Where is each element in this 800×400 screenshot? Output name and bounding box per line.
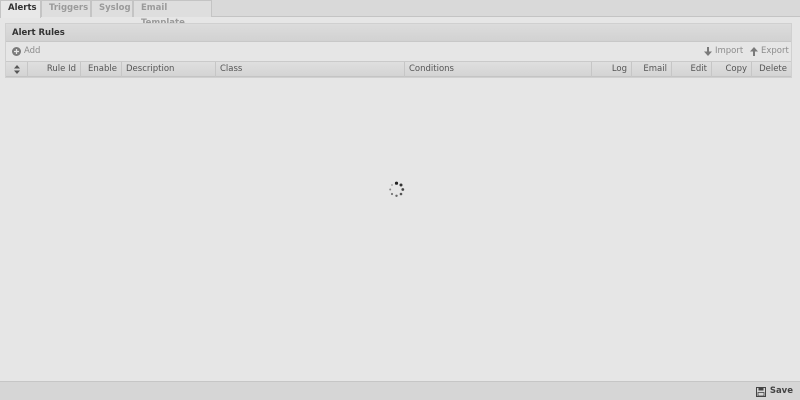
column-header-edit[interactable]: Edit bbox=[672, 62, 712, 77]
import-label: Import bbox=[715, 46, 744, 56]
column-header-log[interactable]: Log bbox=[592, 62, 632, 77]
arrow-down-icon bbox=[704, 47, 712, 56]
add-label: Add bbox=[24, 46, 41, 56]
table-header: Rule Id Enable Description Class Conditi… bbox=[6, 61, 791, 77]
save-label: Save bbox=[769, 386, 793, 396]
column-header-enable[interactable]: Enable bbox=[81, 62, 122, 77]
sort-column-header[interactable] bbox=[6, 62, 28, 77]
export-button[interactable]: Export bbox=[750, 43, 789, 60]
export-label: Export bbox=[761, 46, 789, 56]
floppy-disk-icon bbox=[755, 386, 766, 397]
add-button[interactable]: Add bbox=[12, 43, 40, 60]
column-header-delete[interactable]: Delete bbox=[752, 62, 791, 77]
arrow-up-icon bbox=[750, 47, 758, 56]
save-button[interactable]: Save bbox=[755, 382, 793, 400]
panel-title: Alert Rules bbox=[6, 24, 791, 42]
column-header-copy[interactable]: Copy bbox=[712, 62, 752, 77]
column-header-conditions[interactable]: Conditions bbox=[405, 62, 592, 77]
tab-bar: Alerts Triggers Syslog Email Template bbox=[0, 0, 800, 28]
import-button[interactable]: Import bbox=[704, 43, 743, 60]
tab-triggers[interactable]: Triggers bbox=[41, 0, 91, 17]
tab-alerts[interactable]: Alerts bbox=[0, 0, 41, 18]
spinner-icon bbox=[388, 181, 405, 198]
column-header-email[interactable]: Email bbox=[632, 62, 672, 77]
toolbar: Add Import Export bbox=[6, 43, 791, 60]
column-header-description[interactable]: Description bbox=[122, 62, 216, 77]
column-header-rule-id[interactable]: Rule Id bbox=[28, 62, 81, 77]
tab-syslog[interactable]: Syslog bbox=[91, 0, 133, 17]
bottom-bar: Save bbox=[0, 381, 800, 400]
column-header-class[interactable]: Class bbox=[216, 62, 405, 77]
tab-email-template[interactable]: Email Template bbox=[133, 0, 212, 28]
sort-icon bbox=[13, 65, 20, 77]
plus-circle-icon bbox=[12, 47, 21, 56]
alert-rules-panel: Alert Rules Add Import Export Rule Id En… bbox=[5, 23, 792, 78]
